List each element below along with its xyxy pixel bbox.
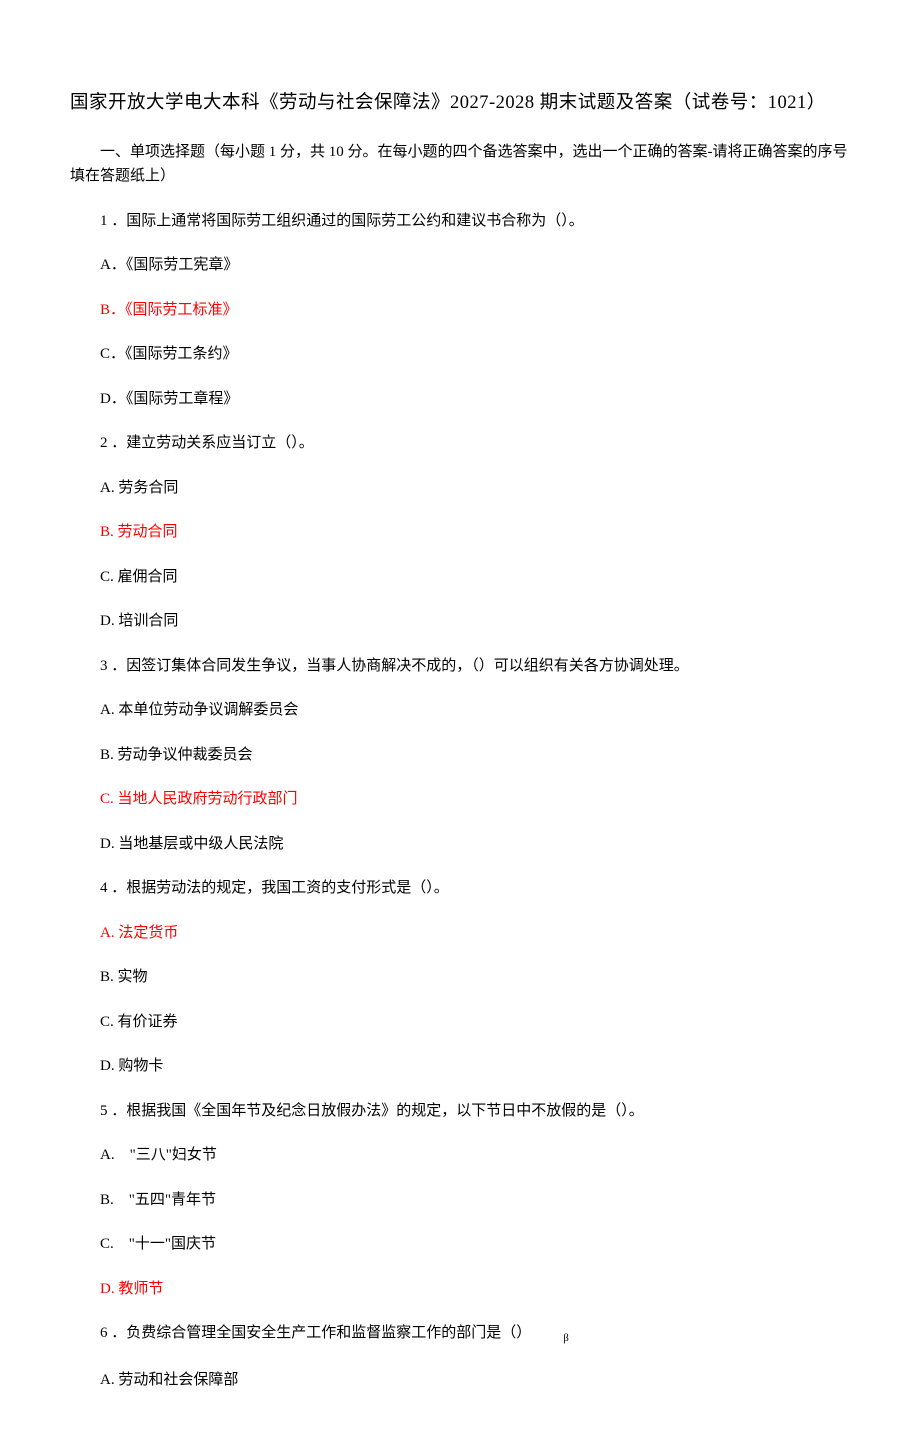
question-6-subscript: β [533, 1330, 569, 1347]
question-2-option-c: C. 雇佣合同 [70, 566, 850, 589]
question-5-option-d: D. 教师节 [70, 1278, 850, 1301]
question-3-option-d: D. 当地基层或中级人民法院 [70, 833, 850, 856]
question-3-option-b: B. 劳动争议仲裁委员会 [70, 744, 850, 767]
question-4-stem: 4 ．根据劳动法的规定，我国工资的支付形式是（）。 [70, 877, 850, 900]
question-4-option-b: B. 实物 [70, 966, 850, 989]
question-5-option-c: C. "十一"国庆节 [70, 1233, 850, 1256]
question-2-stem: 2 ．建立劳动关系应当订立（）。 [70, 432, 850, 455]
question-2-option-a: A. 劳务合同 [70, 477, 850, 500]
question-1-option-c: C．《国际劳工条约》 [70, 343, 850, 366]
question-1-stem: 1 ．国际上通常将国际劳工组织通过的国际劳工公约和建议书合称为（）。 [70, 210, 850, 233]
question-1-option-b: B．《国际劳工标准》 [70, 299, 850, 322]
question-5-option-a: A. "三八"妇女节 [70, 1144, 850, 1167]
question-4-option-d: D. 购物卡 [70, 1055, 850, 1078]
question-2-option-b: B. 劳动合同 [70, 521, 850, 544]
section-1-heading: 一、单项选择题（每小题 1 分，共 10 分。在每小题的四个备选答案中，选出一个… [70, 140, 850, 188]
question-1-option-d: D．《国际劳工章程》 [70, 388, 850, 411]
question-3-option-c: C. 当地人民政府劳动行政部门 [70, 788, 850, 811]
question-6-stem: 6 ．负费综合管理全国安全生产工作和监督监察工作的部门是（）β [70, 1322, 850, 1347]
question-5-stem: 5 ．根据我国《全国年节及纪念日放假办法》的规定，以下节日中不放假的是（）。 [70, 1100, 850, 1123]
question-1-option-a: A．《国际劳工宪章》 [70, 254, 850, 277]
question-4-option-c: C. 有价证券 [70, 1011, 850, 1034]
question-3-stem: 3 ．因签订集体合同发生争议，当事人协商解决不成的，（）可以组织有关各方协调处理… [70, 655, 850, 678]
question-6-option-a: A. 劳动和社会保障部 [70, 1369, 850, 1392]
document-title: 国家开放大学电大本科《劳动与社会保障法》2027-2028 期末试题及答案（试卷… [70, 90, 850, 118]
question-4-option-a: A. 法定货币 [70, 922, 850, 945]
question-6-stem-text: 6 ．负费综合管理全国安全生产工作和监督监察工作的部门是（） [100, 1325, 531, 1341]
question-5-option-b: B. "五四"青年节 [70, 1189, 850, 1212]
question-2-option-d: D. 培训合同 [70, 610, 850, 633]
question-3-option-a: A. 本单位劳动争议调解委员会 [70, 699, 850, 722]
